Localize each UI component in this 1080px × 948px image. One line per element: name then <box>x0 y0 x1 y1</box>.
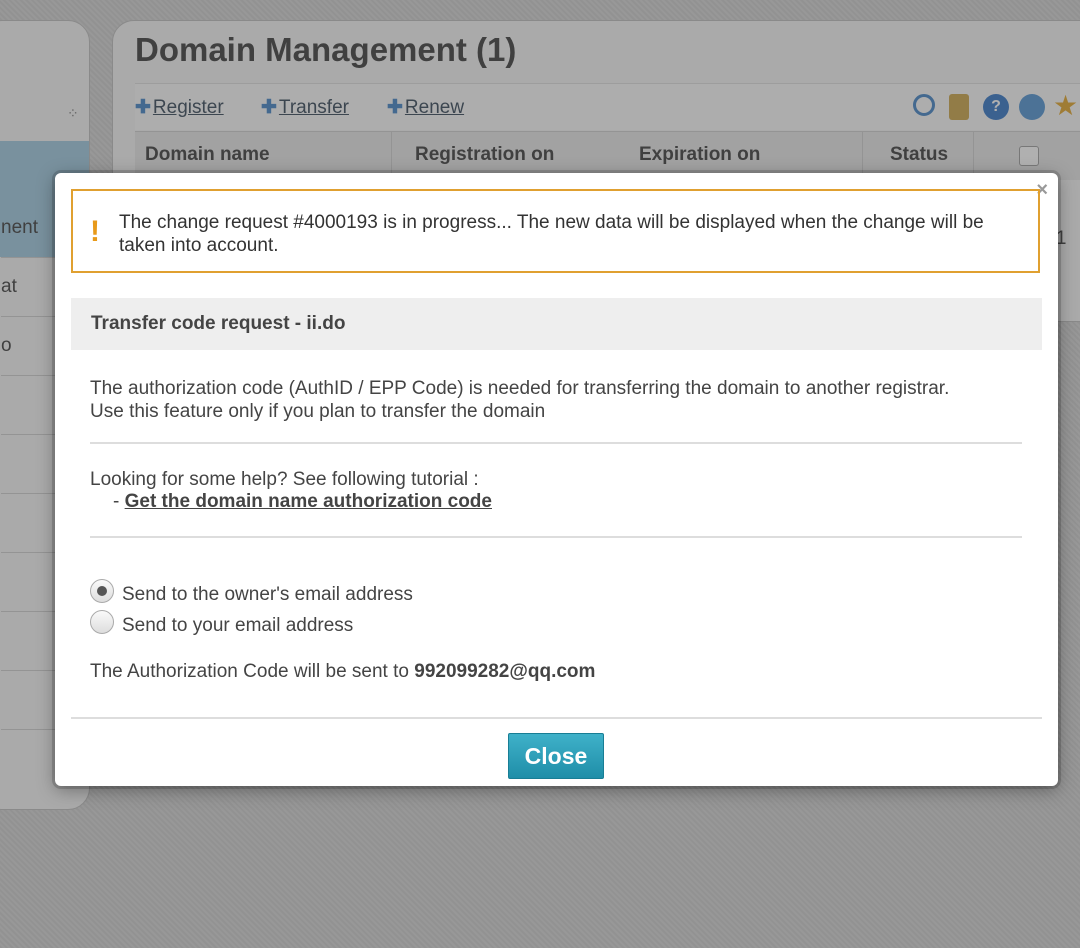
section-title: Transfer code request - ii.do <box>71 298 1042 350</box>
send-to-email: 992099282@qq.com <box>414 661 596 682</box>
help-bullet: - <box>113 491 120 512</box>
radio-label: Send to the owner's email address <box>122 584 413 605</box>
radio-option-owner[interactable]: Send to the owner's email address <box>90 579 413 607</box>
divider <box>90 442 1022 444</box>
transfer-code-dialog: × ! The change request #4000193 is in pr… <box>55 173 1058 786</box>
description-line: The authorization code (AuthID / EPP Cod… <box>90 378 950 399</box>
send-to-info: The Authorization Code will be sent to 9… <box>90 661 595 683</box>
radio-option-your-email[interactable]: Send to your email address <box>90 610 354 638</box>
alert-text: The change request #4000193 is in progre… <box>119 212 984 256</box>
radio-label: Send to your email address <box>122 615 354 636</box>
warning-alert: ! The change request #4000193 is in prog… <box>71 189 1040 273</box>
tutorial-link[interactable]: Get the domain name authorization code <box>125 491 492 512</box>
help-link-row: - Get the domain name authorization code <box>113 491 492 513</box>
divider <box>90 536 1022 538</box>
footer-divider <box>71 717 1042 719</box>
close-button[interactable]: Close <box>508 733 604 779</box>
section-title-text: Transfer code request - ii.do <box>91 313 346 334</box>
warning-icon: ! <box>90 215 100 248</box>
help-text: Looking for some help? See following tut… <box>90 469 479 490</box>
send-to-prefix: The Authorization Code will be sent to <box>90 661 409 682</box>
description: The authorization code (AuthID / EPP Cod… <box>90 377 1010 423</box>
radio-button[interactable] <box>90 610 114 634</box>
description-line: Use this feature only if you plan to tra… <box>90 401 546 422</box>
radio-button-checked[interactable] <box>90 579 114 603</box>
